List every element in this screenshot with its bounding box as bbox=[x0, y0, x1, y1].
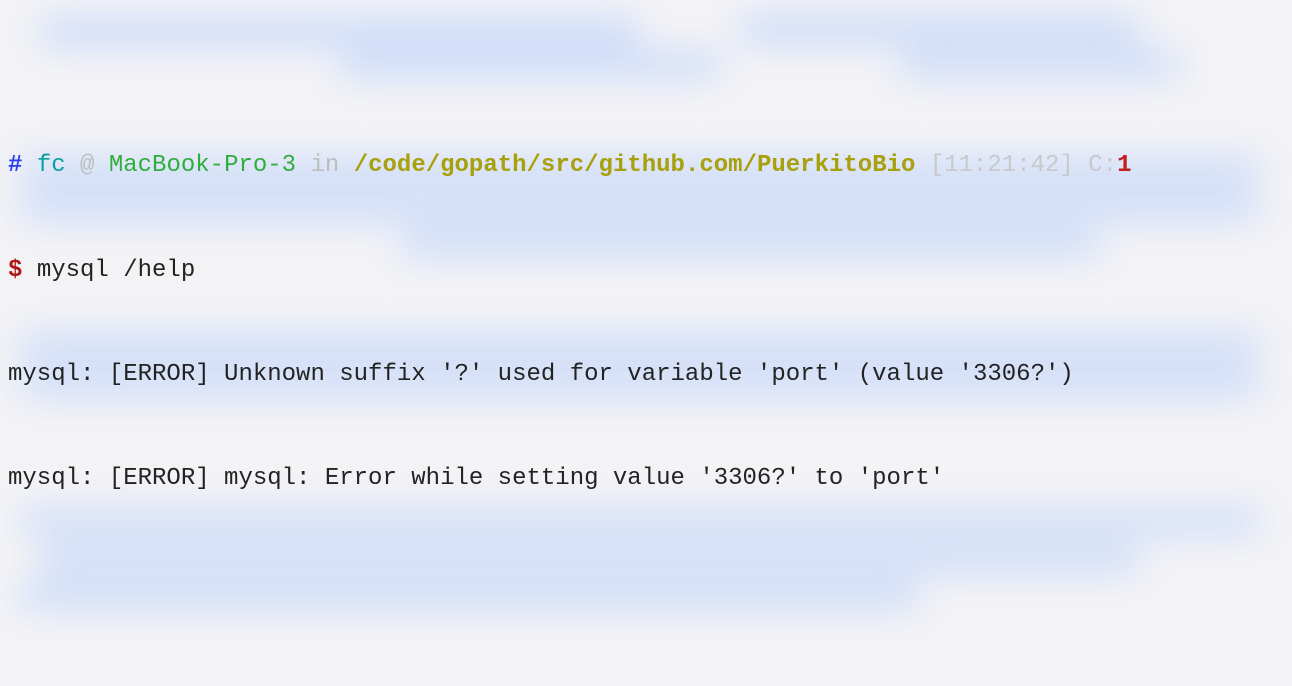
timestamp: [11:21:42] bbox=[930, 152, 1074, 179]
command-text: mysql /help bbox=[37, 257, 195, 284]
command-line: $ mysql /help bbox=[8, 254, 1284, 289]
hash-icon: # bbox=[8, 152, 22, 179]
terminal-output[interactable]: # fc @ MacBook-Pro-3 in /code/gopath/src… bbox=[0, 0, 1292, 686]
at-symbol: @ bbox=[80, 152, 94, 179]
cwd-path: /code/gopath/src/github.com/PuerkitoBio bbox=[354, 152, 916, 179]
blank-line bbox=[8, 602, 1284, 637]
prompt-line: # fc @ MacBook-Pro-3 in /code/gopath/src… bbox=[8, 149, 1284, 184]
dollar-prompt: $ bbox=[8, 257, 22, 284]
hostname: MacBook-Pro-3 bbox=[109, 152, 296, 179]
in-label: in bbox=[310, 152, 339, 179]
exit-code-value: 1 bbox=[1117, 152, 1131, 179]
error-line: mysql: [ERROR] mysql: Error while settin… bbox=[8, 462, 1284, 497]
exit-code-prefix: C: bbox=[1088, 152, 1117, 179]
error-line: mysql: [ERROR] Unknown suffix '?' used f… bbox=[8, 358, 1284, 393]
user: fc bbox=[37, 152, 66, 179]
